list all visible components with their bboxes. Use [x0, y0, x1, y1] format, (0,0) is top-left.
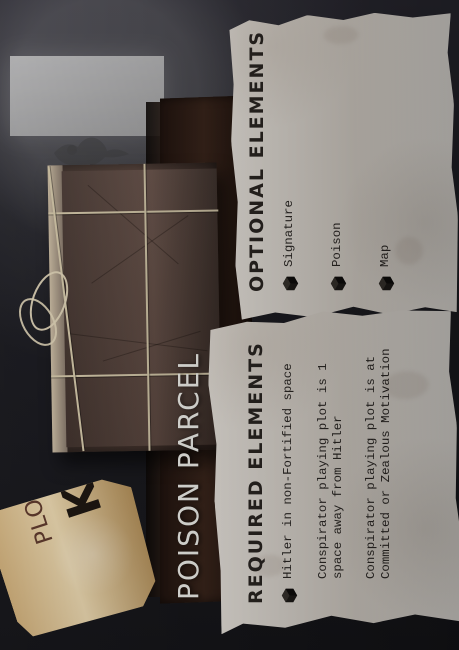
optional-element-item: Signature: [282, 32, 299, 292]
plot-tag: PLOT K: [0, 469, 167, 645]
plot-letter: K: [50, 474, 113, 525]
cube-icon: [281, 588, 298, 603]
plot-label: PLOT: [14, 480, 59, 548]
required-element-item: Conspirator playing plot is 1 space away…: [316, 334, 346, 604]
required-element-item: Conspirator playing plot is at Committed…: [364, 334, 394, 604]
required-elements-section: REQUIRED ELEMENTS Hitler in non-Fortifie…: [245, 334, 413, 604]
optional-element-label: Signature: [282, 200, 296, 267]
optional-elements-section: OPTIONAL ELEMENTS Signature Poison Map: [246, 29, 426, 292]
cube-icon: [378, 276, 395, 291]
cube-icon: [282, 276, 299, 291]
silhouette-icon: [54, 137, 129, 167]
plot-tag-content: PLOT K: [0, 469, 167, 645]
optional-element-label: Poison: [330, 222, 344, 267]
optional-element-item: Poison: [330, 32, 347, 292]
required-elements-list: Hitler in non-Fortified space Conspirato…: [281, 334, 395, 604]
optional-element-item: Map: [378, 32, 395, 292]
required-element-label: Conspirator playing plot is at Committed…: [364, 348, 394, 579]
required-element-item: Hitler in non-Fortified space: [281, 334, 298, 604]
cube-icon: [330, 276, 347, 291]
optional-elements-list: Signature Poison Map: [282, 32, 395, 292]
plot-card: PLOT K POISON PARCEL OPTIONAL ELEMENTS S…: [0, 0, 459, 650]
required-element-label: Conspirator playing plot is 1 space away…: [316, 363, 346, 579]
lit-window: [10, 56, 164, 167]
optional-element-label: Map: [378, 244, 392, 267]
optional-elements-heading: OPTIONAL ELEMENTS: [246, 29, 268, 292]
required-elements-heading: REQUIRED ELEMENTS: [245, 341, 267, 604]
required-element-label: Hitler in non-Fortified space: [281, 363, 295, 579]
card-title: POISON PARCEL: [172, 352, 205, 600]
